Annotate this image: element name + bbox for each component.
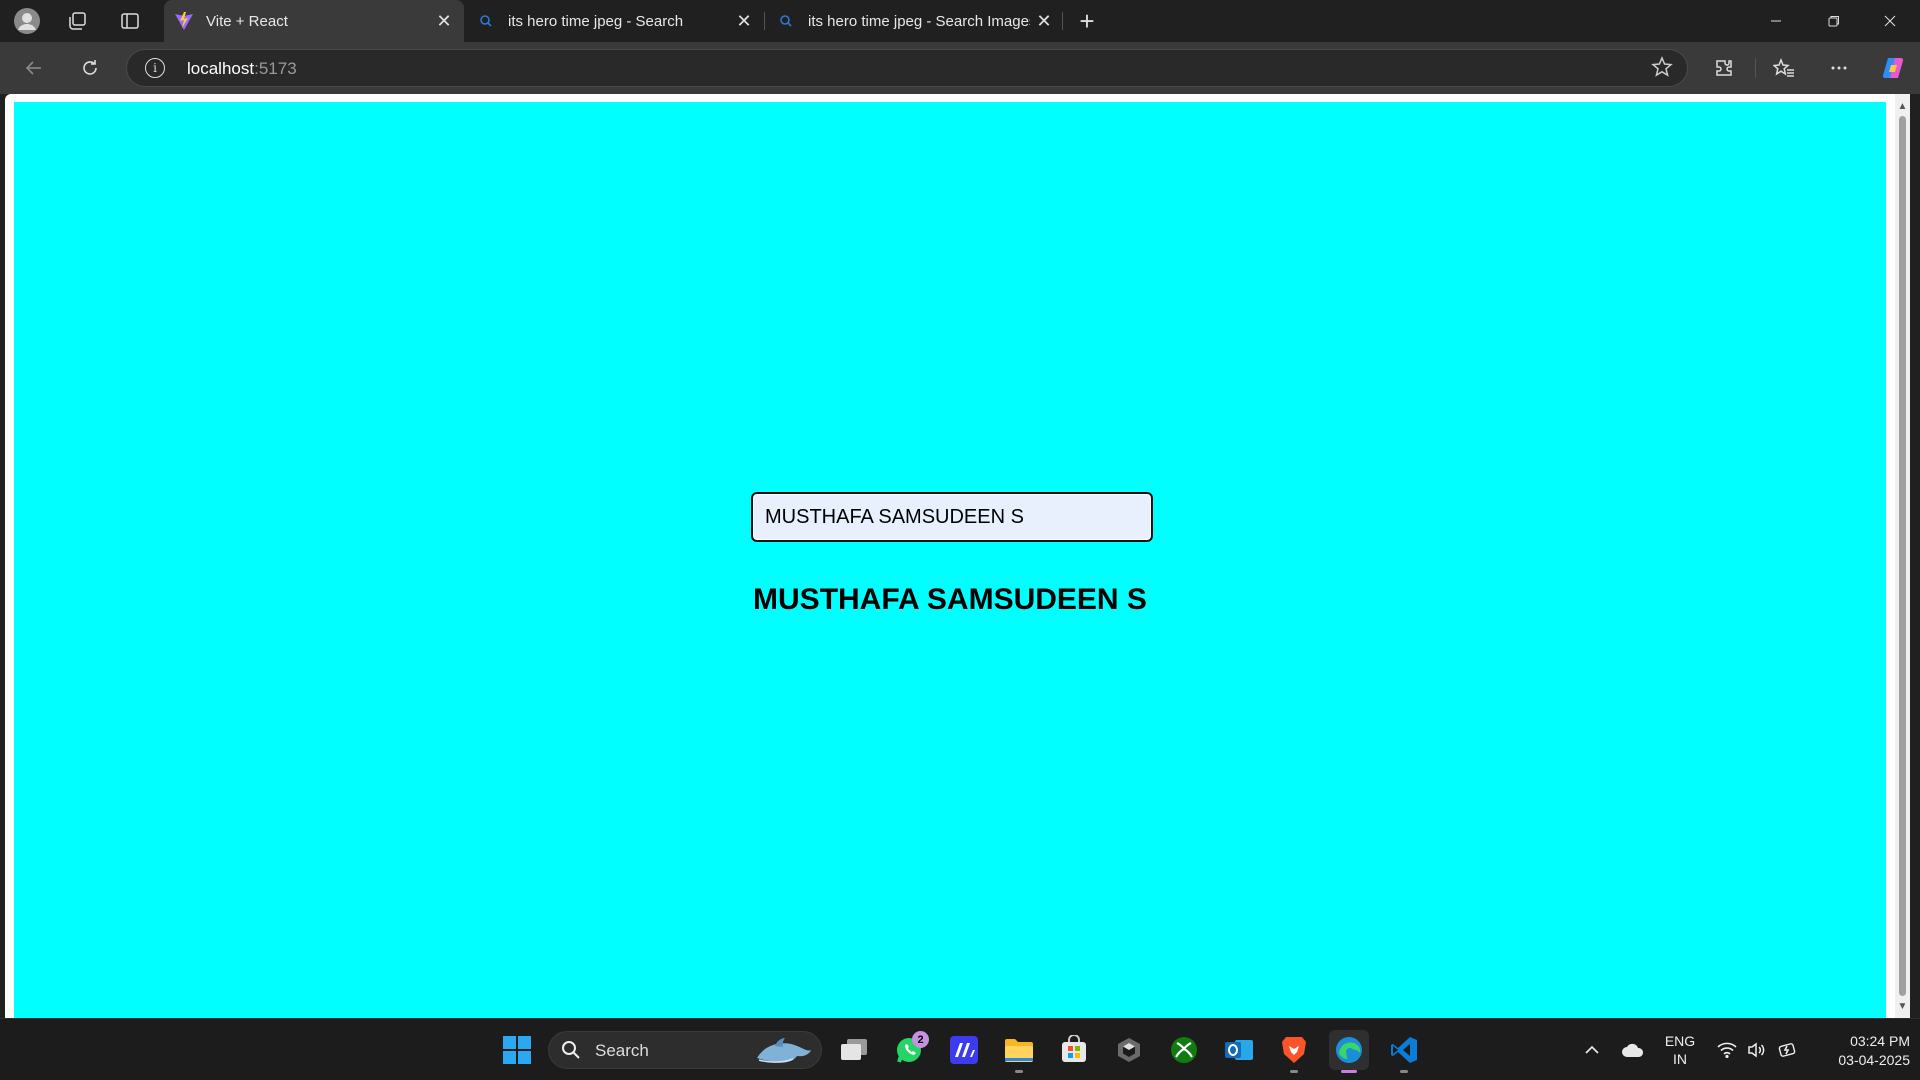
name-input[interactable] [751,492,1153,542]
refresh-button[interactable] [74,52,106,84]
search-favicon-icon [476,11,496,31]
onedrive-cloud-icon[interactable] [1618,1030,1648,1070]
scroll-down-arrow-icon[interactable]: ▼ [1897,1000,1908,1012]
volume-icon[interactable] [1744,1030,1770,1070]
markdown-editor-icon[interactable] [944,1030,984,1070]
tab-separator [764,12,765,30]
favorites-icon[interactable] [1768,52,1800,84]
url-host: localhost [187,59,255,78]
more-options-icon[interactable] [1823,52,1855,84]
close-tab-icon[interactable]: ✕ [730,7,758,35]
copilot-icon[interactable] [1877,52,1909,84]
workspaces-icon[interactable] [62,6,92,36]
unity-hub-icon[interactable] [1109,1030,1149,1070]
file-explorer-icon[interactable] [999,1030,1039,1073]
close-tab-icon[interactable]: ✕ [430,7,458,35]
scroll-up-arrow-icon[interactable]: ▲ [1897,100,1908,112]
microsoft-store-icon[interactable] [1054,1030,1094,1070]
running-indicator [1015,1070,1023,1073]
page-viewport: MUSTHAFA SAMSUDEEN S [5,94,1910,1018]
address-bar[interactable]: i localhost:5173 [126,49,1688,87]
favorite-star-icon[interactable] [1651,56,1673,84]
restore-button[interactable] [1806,0,1862,42]
tab-search[interactable]: its hero time jpeg - Search ✕ [466,0,764,42]
tab-separator [1062,12,1063,30]
scrollbar-thumb[interactable] [1899,116,1906,996]
extensions-icon[interactable] [1708,52,1740,84]
language-indicator[interactable]: ENG IN [1660,1032,1700,1068]
edge-browser-icon[interactable] [1329,1030,1369,1073]
tab-title: its hero time jpeg - Search [508,12,684,30]
brave-browser-icon[interactable] [1274,1030,1314,1073]
task-view-icon[interactable] [834,1030,874,1070]
name-heading: MUSTHAFA SAMSUDEEN S [753,583,1147,616]
tab-vite-react[interactable]: Vite + React ✕ [164,0,464,42]
region-code: IN [1673,1051,1687,1067]
profile-avatar-icon[interactable] [12,6,42,36]
search-favicon-icon [776,11,796,31]
taskbar-search-box[interactable]: Search [548,1031,822,1069]
clock-date: 03-04-2025 [1838,1052,1910,1068]
vscode-icon[interactable] [1384,1030,1424,1073]
clock-time: 03:24 PM [1850,1033,1910,1049]
app-root: MUSTHAFA SAMSUDEEN S [14,102,1886,1018]
language-code: ENG [1664,1033,1696,1049]
minimize-button[interactable] [1748,0,1804,42]
tab-search-images[interactable]: its hero time jpeg - Search Images ✕ [766,0,1064,42]
tab-title: Vite + React [206,12,288,30]
running-indicator [1400,1070,1408,1073]
search-label: Search [595,1041,649,1060]
system-clock[interactable]: 03:24 PM 03-04-2025 [1810,1032,1910,1070]
search-icon [561,1040,581,1065]
url-port: :5173 [254,59,297,78]
browser-toolbar: i localhost:5173 [0,42,1920,94]
browser-tab-bar: Vite + React ✕ its hero time jpeg - Sear… [0,0,1920,42]
tab-title: its hero time jpeg - Search Images [808,12,1030,30]
new-tab-button[interactable]: + [1072,6,1102,36]
whatsapp-icon[interactable]: 2 [889,1030,929,1070]
xbox-icon[interactable] [1164,1030,1204,1070]
close-tab-icon[interactable]: ✕ [1030,7,1058,35]
running-indicator [1341,1070,1357,1073]
vertical-tabs-icon[interactable] [115,6,145,36]
url-text: localhost:5173 [187,59,297,79]
battery-charging-icon[interactable] [1774,1030,1800,1070]
close-window-button[interactable] [1862,0,1918,42]
start-windows-icon[interactable] [497,1030,537,1070]
back-button[interactable] [18,52,50,84]
wifi-icon[interactable] [1714,1030,1740,1070]
site-info-icon[interactable]: i [145,58,165,78]
toolbar-divider [1755,58,1756,78]
vite-logo-icon [174,11,194,31]
notification-badge: 2 [912,1031,929,1048]
windows-taskbar: Search 2 ENG IN 03:24 PM 03-04-2025 [0,1018,1920,1080]
search-highlight-dolphin-icon [753,1036,815,1071]
vertical-scrollbar[interactable]: ▲ ▼ [1895,94,1910,1018]
show-hidden-icons-chevron-icon[interactable] [1580,1030,1604,1070]
outlook-icon[interactable] [1219,1030,1259,1070]
running-indicator [1290,1070,1298,1073]
